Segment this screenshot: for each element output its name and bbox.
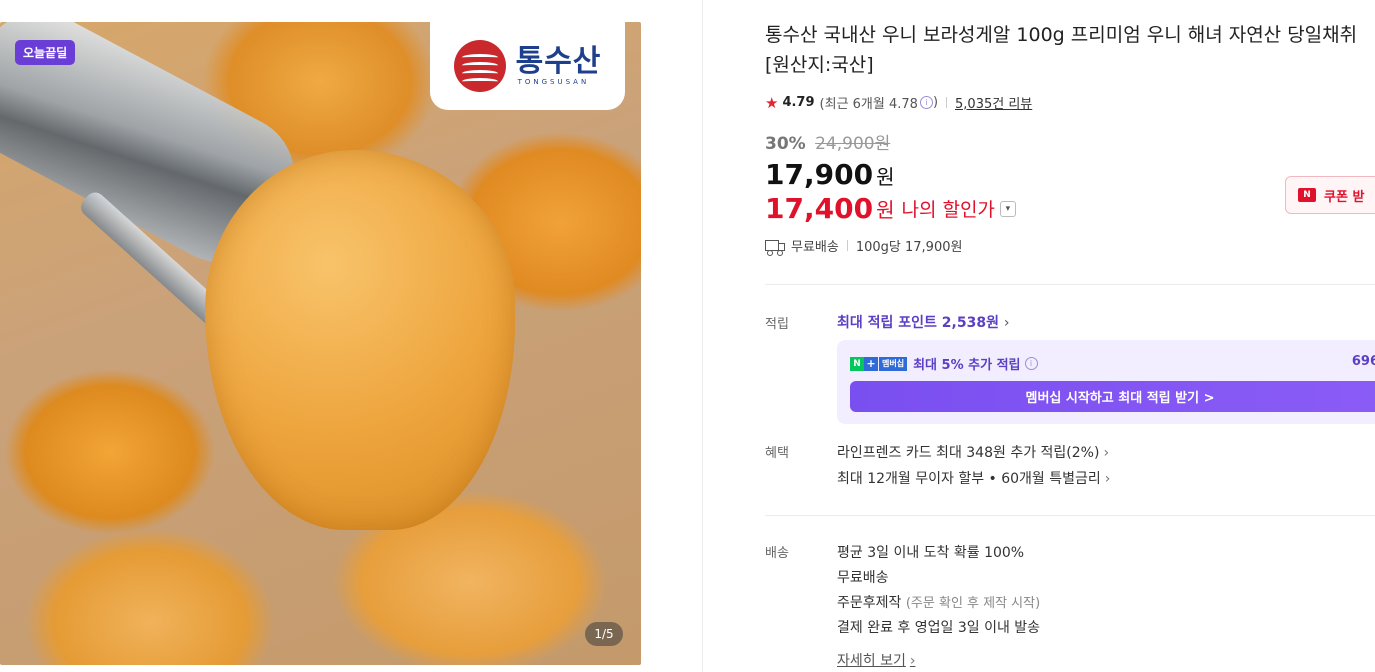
membership-box: N + 멤버십 최대 5% 추가 적립 i 696 멤버십 시작하고 최대 적립 받… (837, 340, 1375, 424)
image-counter: 1/5 (585, 622, 623, 646)
info-icon[interactable]: i (1024, 357, 1038, 370)
membership-extra-row: N + 멤버십 최대 5% 추가 적립 i (850, 354, 1038, 373)
brand-logo-name: 통수산 (515, 44, 602, 79)
free-shipping: 무료배송 (837, 570, 889, 586)
shipping-row: 무료배송 100g당 17,900원 (765, 236, 963, 256)
discount-row: 30% 24,900원 (765, 129, 890, 154)
made-to-order-text: 주문후제작 (837, 595, 902, 611)
chevron-right-icon: › (1003, 315, 1010, 331)
points-section-label: 적립 (765, 317, 789, 332)
made-to-order-note: (주문 확인 후 제작 시작) (905, 596, 1041, 611)
chevron-right-icon: › (909, 653, 916, 669)
review-count-link[interactable]: 5,035건 리뷰 (955, 93, 1032, 112)
max-points-text: 최대 적립 포인트 2,538원 (837, 315, 999, 331)
brand-logo-card: 통수산 TONGSUSAN (430, 22, 625, 110)
delivery-section-label: 배송 (765, 546, 789, 561)
star-icon: ★ (765, 93, 779, 112)
installment-link[interactable]: 최대 12개월 무이자 할부 • 60개월 특별금리 › (837, 468, 1110, 488)
pane-divider (702, 0, 703, 672)
my-price-currency: 원 (876, 198, 895, 222)
my-price-row[interactable]: 17,400 원 나의 할인가 ▾ (765, 192, 1016, 225)
sale-price: 17,900 (765, 158, 874, 191)
arrival-probability: 평균 3일 이내 도착 확률 100% (837, 545, 1025, 561)
naver-icon: N (1298, 188, 1316, 202)
more-details-link[interactable]: 자세히 보기 › (837, 650, 915, 670)
rating-value: 4.79 (782, 95, 815, 110)
truck-icon (765, 239, 785, 256)
unit-price: 100g당 17,900원 (855, 240, 963, 255)
product-gallery: 오늘끝딜 통수산 TONGSUSAN 1/5 (0, 0, 700, 672)
price-currency: 원 (876, 165, 895, 189)
brand-logo-subtitle: TONGSUSAN (517, 78, 590, 86)
card-benefit-link[interactable]: 라인프렌즈 카드 최대 348원 추가 적립(2%) › (837, 442, 1109, 462)
today-deal-badge: 오늘끝딜 (15, 40, 76, 65)
brand-logo-icon (453, 40, 506, 92)
price-row: 17,900 원 (765, 158, 894, 191)
my-discount-price: 17,400 (765, 192, 874, 225)
original-price: 24,900원 (815, 134, 891, 154)
dispatch-info: 결제 완료 후 영업일 3일 이내 발송 (837, 620, 1041, 636)
more-details-text: 자세히 보기 (837, 653, 906, 669)
product-title: 통수산 국내산 우니 보라성게알 100g 프리미엄 우니 해녀 자연산 당일채… (765, 24, 1358, 76)
info-icon[interactable]: i (919, 96, 933, 109)
max-points-link[interactable]: 최대 적립 포인트 2,538원 › (837, 312, 1009, 332)
section-divider (765, 284, 1375, 285)
naver-plus-icon: N + 멤버십 (850, 356, 908, 371)
recent-rating-close: ) (932, 95, 939, 110)
membership-amount: 696 (1351, 354, 1375, 369)
installment-text: 최대 12개월 무이자 할부 • 60개월 특별금리 (837, 471, 1101, 487)
membership-extra-text: 최대 5% 추가 적립 (913, 358, 1021, 373)
section-divider (765, 515, 1375, 516)
rating-row: ★ 4.79 (최근 6개월 4.78 i ) 5,035건 리뷰 (765, 93, 1032, 113)
made-to-order: 주문후제작 (주문 확인 후 제작 시작) (837, 592, 1040, 612)
chevron-down-icon[interactable]: ▾ (999, 200, 1016, 217)
membership-start-button[interactable]: 멤버십 시작하고 최대 적립 받기 > (850, 381, 1375, 412)
recent-rating: (최근 6개월 4.78 (819, 97, 918, 112)
chevron-right-icon: › (1103, 445, 1110, 461)
card-benefit-text: 라인프렌즈 카드 최대 348원 추가 적립(2%) (837, 445, 1100, 461)
shipping-label: 무료배송 (791, 240, 839, 255)
coupon-label: 쿠폰 받 (1324, 189, 1365, 205)
chevron-right-icon: › (1104, 471, 1111, 487)
discount-rate: 30% (765, 134, 806, 154)
my-price-label: 나의 할인가 (901, 199, 995, 221)
benefits-section-label: 혜택 (765, 446, 789, 461)
sea-urchin-roe (205, 150, 515, 530)
separator (846, 240, 848, 251)
separator (946, 97, 948, 108)
product-image[interactable] (0, 22, 641, 665)
coupon-button[interactable]: N 쿠폰 받 (1285, 176, 1375, 214)
